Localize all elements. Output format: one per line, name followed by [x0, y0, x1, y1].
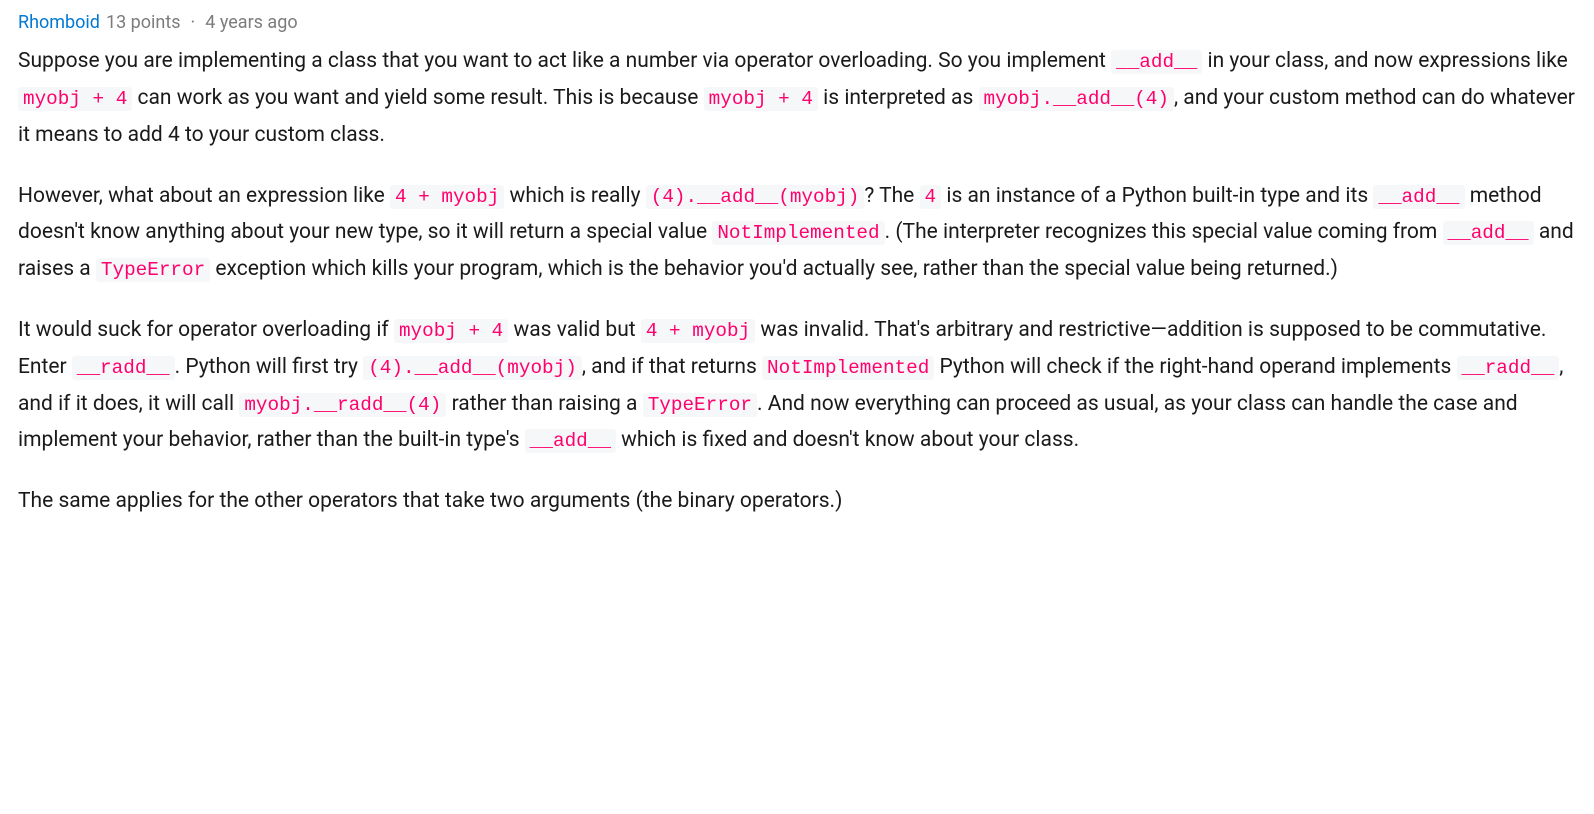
code-inline: myobj + 4	[18, 87, 132, 111]
comment-timestamp: 4 years ago	[205, 10, 297, 35]
paragraph-3: It would suck for operator overloading i…	[18, 312, 1576, 459]
comment-header: Rhomboid 13 points · 4 years ago	[18, 10, 1576, 35]
code-inline: TypeError	[643, 393, 757, 417]
code-inline: (4).__add__(myobj)	[646, 185, 865, 209]
code-inline: __add__	[525, 429, 616, 453]
code-inline: NotImplemented	[712, 221, 884, 245]
code-inline: __radd__	[1457, 356, 1560, 380]
text: was valid but	[508, 318, 641, 342]
comment-body: Suppose you are implementing a class tha…	[18, 43, 1576, 520]
text: , and if that returns	[582, 355, 762, 379]
text: in your class, and now expressions like	[1202, 49, 1568, 73]
code-inline: __add__	[1373, 185, 1464, 209]
code-inline: 4	[920, 185, 942, 209]
code-inline: __radd__	[72, 356, 175, 380]
code-inline: (4).__add__(myobj)	[363, 356, 582, 380]
paragraph-4: The same applies for the other operators…	[18, 483, 1576, 520]
text: ? The	[864, 184, 919, 208]
text: exception which kills your program, whic…	[210, 257, 1338, 281]
code-inline: __add__	[1111, 50, 1202, 74]
text: . Python will first try	[175, 355, 364, 379]
text: rather than raising a	[446, 392, 642, 416]
text: Python will check if the right-hand oper…	[934, 355, 1456, 379]
comment-author-link[interactable]: Rhomboid	[18, 10, 100, 35]
text: . (The interpreter recognizes this speci…	[885, 220, 1443, 244]
text: However, what about an expression like	[18, 184, 390, 208]
code-inline: __add__	[1443, 221, 1534, 245]
text: is interpreted as	[818, 86, 979, 110]
code-inline: 4 + myobj	[641, 319, 755, 343]
code-inline: myobj + 4	[394, 319, 508, 343]
text: The same applies for the other operators…	[18, 489, 842, 513]
code-inline: NotImplemented	[762, 356, 934, 380]
text: Suppose you are implementing a class tha…	[18, 49, 1111, 73]
code-inline: myobj + 4	[704, 87, 818, 111]
code-inline: TypeError	[96, 258, 210, 282]
code-inline: myobj.__add__(4)	[979, 87, 1174, 111]
text: is an instance of a Python built-in type…	[941, 184, 1373, 208]
text: which is fixed and doesn't know about yo…	[616, 428, 1079, 452]
text: can work as you want and yield some resu…	[132, 86, 703, 110]
code-inline: 4 + myobj	[390, 185, 504, 209]
paragraph-2: However, what about an expression like 4…	[18, 178, 1576, 288]
text: which is really	[504, 184, 645, 208]
code-inline: myobj.__radd__(4)	[239, 393, 446, 417]
paragraph-1: Suppose you are implementing a class tha…	[18, 43, 1576, 153]
meta-separator: ·	[191, 10, 196, 35]
text: It would suck for operator overloading i…	[18, 318, 394, 342]
comment-points: 13 points	[106, 10, 181, 35]
